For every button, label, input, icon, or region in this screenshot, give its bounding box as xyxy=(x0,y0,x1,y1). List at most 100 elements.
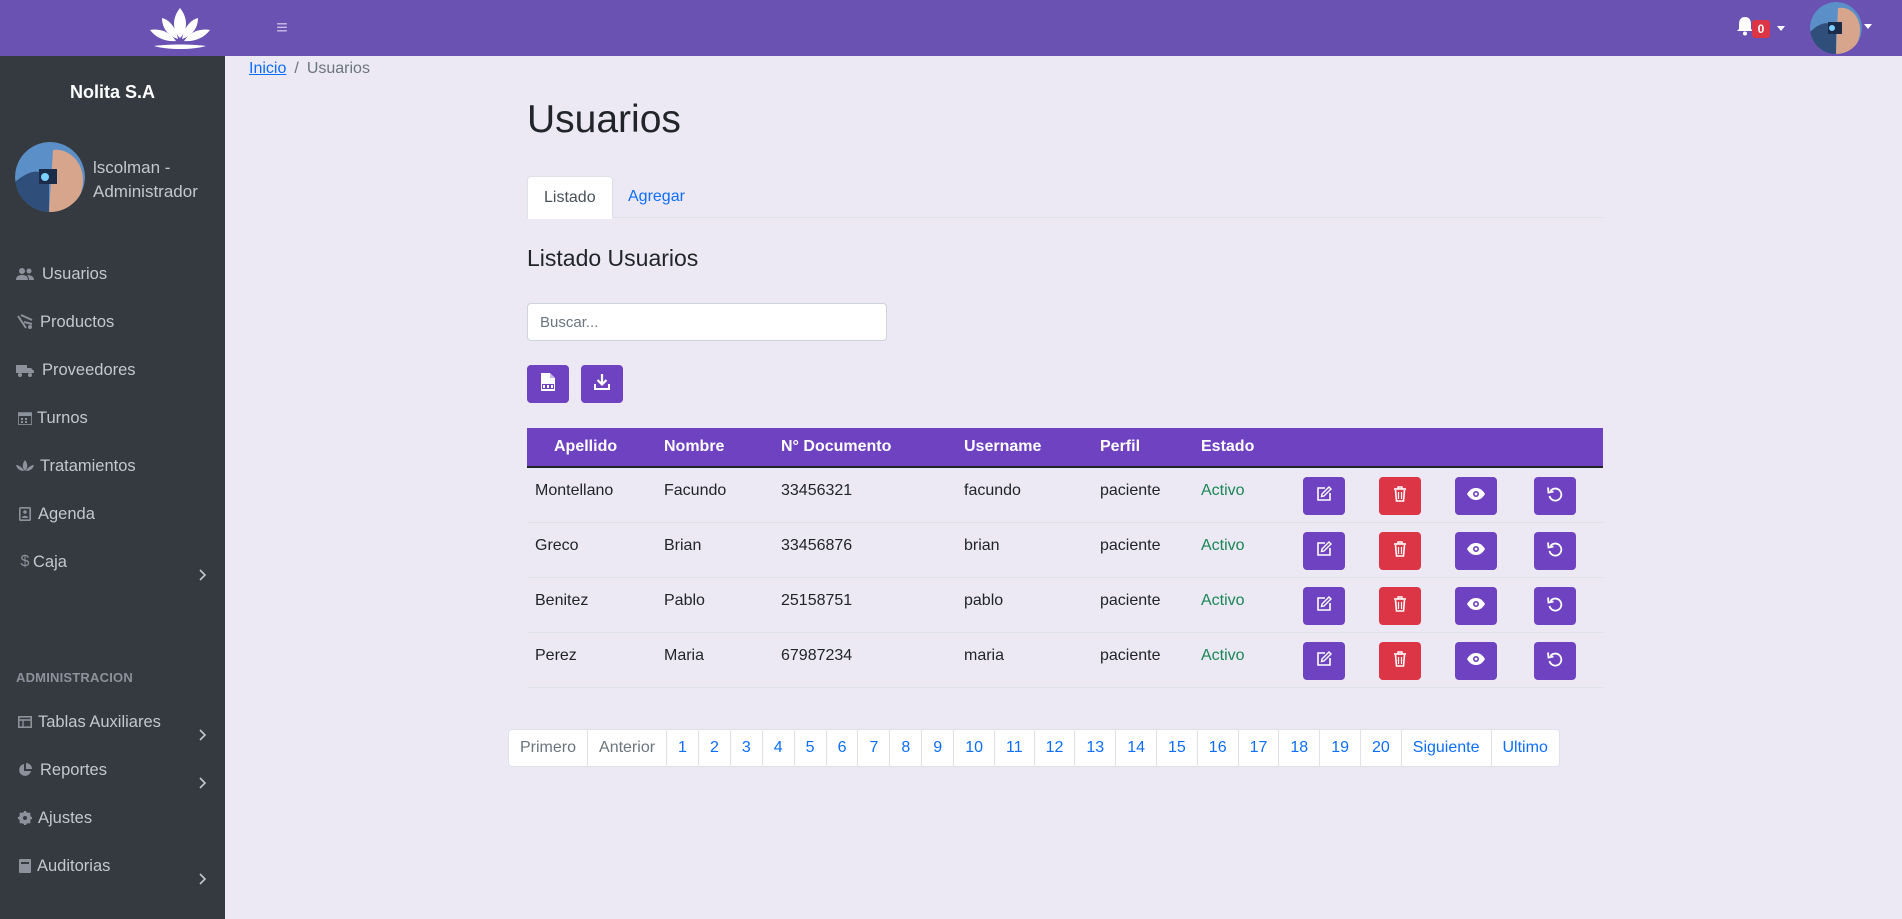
edit-icon xyxy=(1316,540,1332,562)
book-icon xyxy=(16,846,34,886)
cell-perfil: paciente xyxy=(1100,537,1161,554)
reset-button[interactable] xyxy=(1534,477,1576,515)
column-header-perfil[interactable]: Perfil xyxy=(1100,428,1140,466)
page-number[interactable]: 18 xyxy=(1278,729,1321,767)
sidebar-item-auditorias[interactable]: Auditorias xyxy=(0,846,225,886)
reset-button[interactable] xyxy=(1534,532,1576,570)
cell-estado: Activo xyxy=(1201,537,1245,554)
page-number[interactable]: 8 xyxy=(889,729,923,767)
column-header-documento[interactable]: N° Documento xyxy=(781,428,891,466)
page-number[interactable]: 7 xyxy=(857,729,891,767)
address-book-icon xyxy=(16,494,34,534)
trash-icon xyxy=(1393,540,1407,562)
lotus-logo-icon[interactable] xyxy=(148,6,212,50)
edit-button[interactable] xyxy=(1303,477,1345,515)
sidebar-item-tablas-auxiliares[interactable]: Tablas Auxiliares xyxy=(0,702,225,742)
page-number[interactable]: 13 xyxy=(1074,729,1117,767)
page-number[interactable]: 15 xyxy=(1156,729,1198,767)
delete-button[interactable] xyxy=(1379,642,1421,680)
page-number[interactable]: 20 xyxy=(1359,729,1402,767)
page-number[interactable]: 12 xyxy=(1033,729,1076,767)
menu-toggle-icon[interactable]: ≡ xyxy=(272,14,292,42)
sidebar-item-reportes[interactable]: Reportes xyxy=(0,750,225,790)
trash-icon xyxy=(1393,595,1407,617)
page-number[interactable]: 2 xyxy=(697,729,731,767)
page-last[interactable]: Ultimo xyxy=(1490,729,1560,767)
sidebar-item-ajustes[interactable]: Ajustes xyxy=(0,798,225,838)
sidebar-user-name[interactable]: lscolman - Administrador xyxy=(93,156,218,204)
user-menu-caret-icon[interactable] xyxy=(1864,24,1872,29)
page-number[interactable]: 19 xyxy=(1319,729,1361,767)
breadcrumb-current: Usuarios xyxy=(306,60,370,77)
download-icon xyxy=(594,373,610,395)
page-number[interactable]: 5 xyxy=(793,729,827,767)
cell-nombre: Pablo xyxy=(664,592,705,609)
view-button[interactable] xyxy=(1455,642,1497,680)
view-button[interactable] xyxy=(1455,477,1497,515)
sidebar-item-productos[interactable]: Productos xyxy=(0,302,225,342)
page-prev[interactable]: Anterior xyxy=(587,729,668,767)
page-next[interactable]: Siguiente xyxy=(1400,729,1492,767)
tab-agregar[interactable]: Agregar xyxy=(612,176,701,218)
sidebar-section-header: ADMINISTRACION xyxy=(16,670,133,685)
page-number[interactable]: 14 xyxy=(1115,729,1157,767)
export-pdf-button[interactable] xyxy=(527,365,569,403)
page-title: Usuarios xyxy=(527,98,681,141)
sidebar-item-agenda[interactable]: Agenda xyxy=(0,494,225,534)
eye-icon xyxy=(1467,542,1485,560)
sidebar-item-proveedores[interactable]: Proveedores xyxy=(0,350,225,390)
download-button[interactable] xyxy=(581,365,623,403)
cell-nombre: Maria xyxy=(664,647,705,664)
column-header-username[interactable]: Username xyxy=(964,428,1041,466)
sidebar-item-label: Productos xyxy=(40,313,115,331)
gear-icon xyxy=(16,798,34,838)
page-first[interactable]: Primero xyxy=(508,729,589,767)
products-icon xyxy=(16,302,34,342)
page-number[interactable]: 3 xyxy=(729,729,763,767)
cell-apellido: Benitez xyxy=(535,592,589,609)
edit-button[interactable] xyxy=(1303,532,1345,570)
page-number[interactable]: 9 xyxy=(921,729,955,767)
edit-icon xyxy=(1316,485,1332,507)
page-number[interactable]: 4 xyxy=(761,729,795,767)
search-input[interactable] xyxy=(527,303,887,341)
edit-button[interactable] xyxy=(1303,642,1345,680)
delete-button[interactable] xyxy=(1379,587,1421,625)
page-number[interactable]: 11 xyxy=(994,729,1035,767)
sidebar-brand[interactable]: Nolita S.A xyxy=(0,82,225,103)
reset-button[interactable] xyxy=(1534,642,1576,680)
users-icon xyxy=(16,254,34,294)
page-number[interactable]: 16 xyxy=(1196,729,1239,767)
sidebar-item-usuarios[interactable]: Usuarios xyxy=(0,254,225,294)
user-avatar[interactable] xyxy=(1810,2,1862,54)
delete-button[interactable] xyxy=(1379,477,1421,515)
page-number[interactable]: 10 xyxy=(953,729,995,767)
view-button[interactable] xyxy=(1455,587,1497,625)
delete-button[interactable] xyxy=(1379,532,1421,570)
breadcrumb-home-link[interactable]: Inicio xyxy=(249,60,286,77)
sidebar-item-turnos[interactable]: Turnos xyxy=(0,398,225,438)
rotate-left-icon xyxy=(1547,486,1563,507)
page-number[interactable]: 17 xyxy=(1237,729,1280,767)
cell-perfil: paciente xyxy=(1100,647,1161,664)
column-header-apellido[interactable]: Apellido xyxy=(554,428,617,466)
table-row: Perez Maria 67987234 maria paciente Acti… xyxy=(527,633,1603,688)
column-header-nombre[interactable]: Nombre xyxy=(664,428,724,466)
notification-count-badge: 0 xyxy=(1752,20,1770,38)
column-header-estado[interactable]: Estado xyxy=(1201,428,1254,466)
page-number[interactable]: 1 xyxy=(666,729,699,767)
page-number[interactable]: 6 xyxy=(825,729,859,767)
tab-listado[interactable]: Listado xyxy=(527,176,613,219)
chevron-right-icon xyxy=(196,860,208,885)
sidebar-item-label: Turnos xyxy=(37,409,88,427)
reset-button[interactable] xyxy=(1534,587,1576,625)
edit-button[interactable] xyxy=(1303,587,1345,625)
lotus-icon xyxy=(16,446,34,486)
notifications-caret-icon[interactable] xyxy=(1777,26,1785,31)
view-button[interactable] xyxy=(1455,532,1497,570)
cell-username: facundo xyxy=(964,482,1021,499)
sidebar-item-caja[interactable]: $ Caja xyxy=(0,542,225,582)
rotate-left-icon xyxy=(1547,596,1563,617)
dollar-icon: $ xyxy=(20,553,30,570)
sidebar-item-tratamientos[interactable]: Tratamientos xyxy=(0,446,225,486)
